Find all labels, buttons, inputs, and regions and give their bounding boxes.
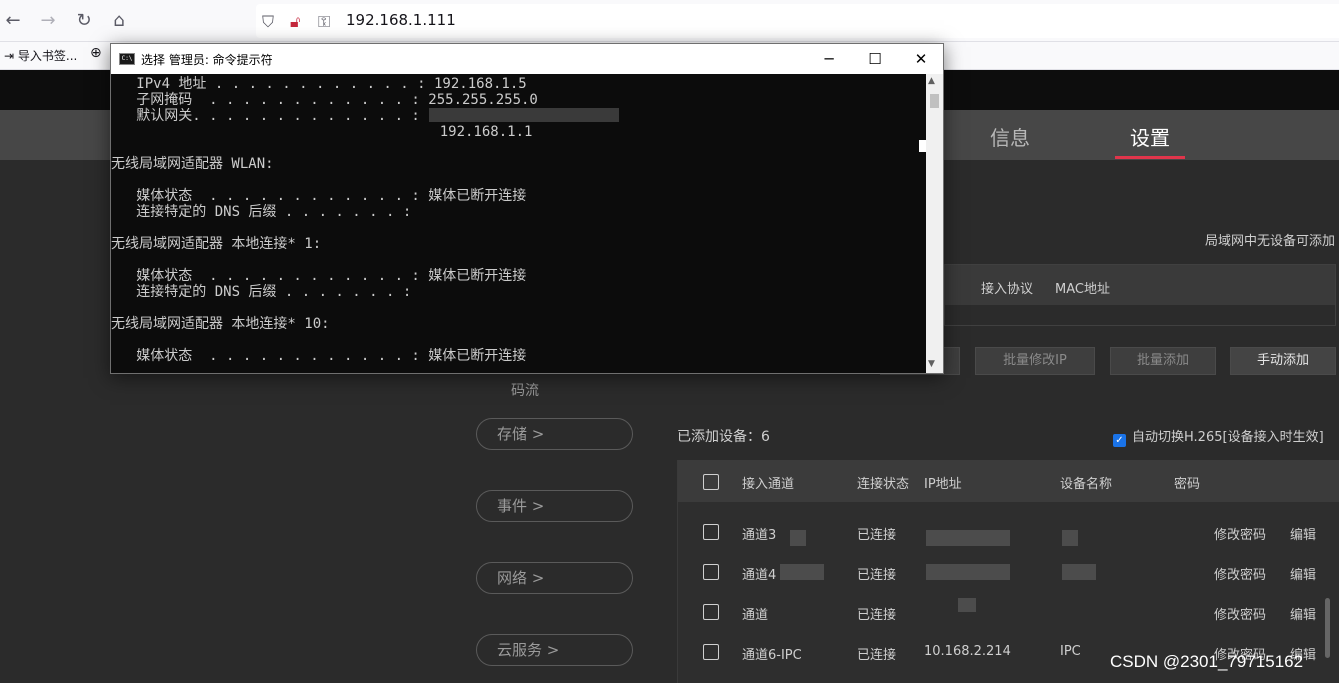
cmd-output-line: IPv4 地址 . . . . . . . . . . . . : 192.16… bbox=[111, 76, 527, 92]
modify-password-link[interactable]: 修改密码 bbox=[1214, 604, 1266, 623]
cmd-app-icon: C:\ bbox=[119, 53, 135, 65]
redaction-block bbox=[780, 564, 824, 580]
browser-toolbar: ← → ↻ ⌂ ⛉ 🔓︎ ⚿ 192.168.1.111 bbox=[0, 0, 1339, 42]
cmd-scrollbar[interactable]: ▲ ▼ bbox=[926, 74, 943, 373]
row-channel: 通道 bbox=[742, 608, 769, 623]
sidebar-item-cloud[interactable]: 云服务 > bbox=[476, 634, 633, 666]
import-bookmarks-label: 导入书签... bbox=[17, 49, 78, 63]
cmd-output-line: 媒体状态 . . . . . . . . . . . . : 媒体已断开连接 bbox=[111, 188, 527, 204]
scroll-up-icon[interactable]: ▲ bbox=[928, 76, 935, 86]
row-status: 已连接 bbox=[857, 568, 897, 583]
cmd-output-line: 默认网关. . . . . . . . . . . . . : bbox=[111, 108, 420, 124]
redaction-block bbox=[926, 564, 1010, 580]
auto-switch-label: 自动切换H.265[设备接入时生效] bbox=[1132, 430, 1324, 445]
batch-add-button[interactable]: 批量添加 bbox=[1110, 347, 1216, 375]
redaction-block bbox=[1062, 564, 1096, 580]
address-bar[interactable]: ⛉ 🔓︎ ⚿ 192.168.1.111 bbox=[256, 4, 1339, 38]
row-checkbox[interactable] bbox=[703, 564, 719, 580]
forward-arrow-icon[interactable]: → bbox=[35, 8, 61, 34]
column-ip: IP地址 bbox=[924, 477, 962, 492]
row-checkbox[interactable] bbox=[703, 644, 719, 660]
column-mac: MAC地址 bbox=[1055, 282, 1110, 297]
cmd-titlebar[interactable]: C:\ 选择 管理员: 命令提示符 ─ ☐ ✕ bbox=[111, 44, 943, 74]
minimize-icon[interactable]: ─ bbox=[818, 48, 840, 70]
home-icon[interactable]: ⌂ bbox=[106, 8, 132, 34]
scan-device-table: 接入协议 MAC地址 bbox=[944, 264, 1336, 326]
sidebar-item-network[interactable]: 网络 > bbox=[476, 562, 633, 594]
cmd-output-line: 无线局域网适配器 本地连接* 10: bbox=[111, 316, 330, 332]
cmd-window[interactable]: C:\ 选择 管理员: 命令提示符 ─ ☐ ✕ IPv4 地址 . . . . … bbox=[110, 43, 944, 374]
batch-modify-ip-button[interactable]: 批量修改IP bbox=[975, 347, 1095, 375]
tab-info[interactable]: 信息 bbox=[990, 122, 1030, 151]
active-tab-indicator bbox=[1115, 156, 1185, 159]
url-text[interactable]: 192.168.1.111 bbox=[346, 11, 456, 29]
scroll-down-icon[interactable]: ▼ bbox=[928, 359, 935, 369]
row-device-name: IPC bbox=[1060, 644, 1081, 659]
select-all-checkbox[interactable] bbox=[703, 474, 719, 490]
row-channel: 通道3 bbox=[742, 528, 777, 543]
auto-switch-h265[interactable]: ✓ 自动切换H.265[设备接入时生效] bbox=[1113, 426, 1324, 447]
manual-add-button[interactable]: 手动添加 bbox=[1230, 347, 1336, 375]
key-icon[interactable]: ⚿ bbox=[318, 12, 330, 32]
column-status: 连接状态 bbox=[857, 477, 910, 492]
close-icon[interactable]: ✕ bbox=[910, 48, 932, 70]
cmd-output-line: 连接特定的 DNS 后缀 . . . . . . . : bbox=[111, 204, 412, 220]
cmd-output-line: 媒体状态 . . . . . . . . . . . . : 媒体已断开连接 bbox=[111, 268, 527, 284]
edit-link[interactable]: 编辑 bbox=[1290, 564, 1316, 583]
device-table: 接入通道 连接状态 IP地址 设备名称 密码 通道3 已连接 修改密码 编辑 通… bbox=[677, 460, 1339, 683]
import-icon: ⇥ bbox=[4, 49, 15, 63]
lan-empty-note: 局域网中无设备可添加 bbox=[1204, 234, 1335, 249]
sidebar-item-storage[interactable]: 存储 > bbox=[476, 418, 633, 450]
insecure-lock-icon[interactable]: 🔓︎ bbox=[290, 12, 300, 32]
cmd-scroll-thumb[interactable] bbox=[930, 94, 939, 108]
scan-table-header: 接入协议 MAC地址 bbox=[945, 265, 1335, 305]
row-status: 已连接 bbox=[857, 648, 897, 663]
cmd-output-line: 连接特定的 DNS 后缀 . . . . . . . : bbox=[111, 284, 412, 300]
redaction-block bbox=[958, 598, 976, 612]
edit-link[interactable]: 编辑 bbox=[1290, 524, 1316, 543]
modify-password-link[interactable]: 修改密码 bbox=[1214, 524, 1266, 543]
sidebar-item-events[interactable]: 事件 > bbox=[476, 490, 633, 522]
csdn-watermark: CSDN @2301_79715162 bbox=[1110, 652, 1304, 671]
redaction-block bbox=[790, 530, 806, 546]
column-protocol: 接入协议 bbox=[981, 282, 1034, 297]
cmd-output[interactable]: IPv4 地址 . . . . . . . . . . . . : 192.16… bbox=[111, 74, 926, 373]
row-checkbox[interactable] bbox=[703, 604, 719, 620]
modify-password-link[interactable]: 修改密码 bbox=[1214, 564, 1266, 583]
column-channel: 接入通道 bbox=[742, 477, 795, 492]
reload-icon[interactable]: ↻ bbox=[71, 8, 97, 34]
row-ip: 10.168.2.214 bbox=[924, 644, 1011, 659]
edit-link[interactable]: 编辑 bbox=[1290, 604, 1316, 623]
column-password: 密码 bbox=[1174, 477, 1201, 492]
cmd-output-line: 无线局域网适配器 本地连接* 1: bbox=[111, 236, 322, 252]
redaction-block bbox=[1062, 530, 1078, 546]
cmd-output-line: 媒体状态 . . . . . . . . . . . . : 媒体已断开连接 bbox=[111, 348, 527, 364]
import-bookmarks-item[interactable]: ⇥ 导入书签... bbox=[4, 47, 77, 64]
device-table-header: 接入通道 连接状态 IP地址 设备名称 密码 bbox=[678, 460, 1339, 502]
cmd-cursor-marker bbox=[919, 140, 926, 152]
stream-label[interactable]: 码流 bbox=[511, 380, 539, 400]
checked-icon[interactable]: ✓ bbox=[1113, 434, 1126, 447]
cmd-output-line: 无线局域网适配器 WLAN: bbox=[111, 156, 274, 172]
cmd-output-line: 子网掩码 . . . . . . . . . . . . : 255.255.2… bbox=[111, 92, 538, 108]
row-checkbox[interactable] bbox=[703, 524, 719, 540]
cmd-window-title: 选择 管理员: 命令提示符 bbox=[141, 53, 273, 67]
maximize-icon[interactable]: ☐ bbox=[864, 48, 886, 70]
tab-settings[interactable]: 设置 bbox=[1130, 122, 1170, 151]
globe-icon[interactable]: ⊕ bbox=[90, 45, 102, 61]
redaction-block bbox=[926, 530, 1010, 546]
shield-icon[interactable]: ⛉ bbox=[262, 12, 274, 32]
row-channel: 通道4 bbox=[742, 568, 777, 583]
back-arrow-icon[interactable]: ← bbox=[0, 8, 26, 34]
cmd-output-line: 192.168.1.1 bbox=[111, 124, 533, 140]
device-table-scrollbar[interactable] bbox=[1325, 598, 1330, 658]
redaction-block bbox=[429, 108, 619, 122]
row-status: 已连接 bbox=[857, 608, 897, 623]
row-channel: 通道6-IPC bbox=[742, 648, 802, 663]
column-device-name: 设备名称 bbox=[1060, 477, 1113, 492]
row-status: 已连接 bbox=[857, 528, 897, 543]
added-device-count: 已添加设备：6 bbox=[677, 429, 770, 445]
